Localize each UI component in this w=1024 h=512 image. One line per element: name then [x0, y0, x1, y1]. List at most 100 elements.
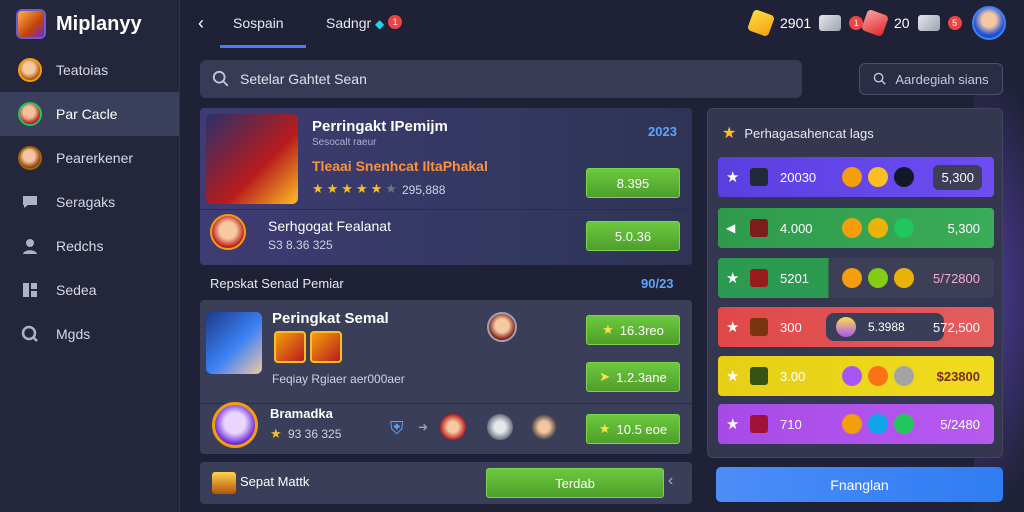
row-number: 4.000 — [780, 220, 813, 236]
reward-gems — [842, 218, 914, 238]
app-logo-icon — [16, 9, 46, 39]
claim-button[interactable]: ➤ 1.2.3ane — [586, 362, 680, 392]
cash-icon — [917, 15, 940, 31]
gem-icon — [868, 366, 888, 386]
star-icon: ★ — [726, 319, 740, 336]
sidebar-item-label: Seragaks — [56, 194, 116, 210]
advanced-search-button[interactable]: Aardegiah sians — [859, 63, 1003, 95]
chevron-left-icon[interactable]: ‹ — [198, 13, 204, 34]
sidebar-item-label: Mgds — [56, 326, 91, 342]
sidebar-item-label: Redchs — [56, 238, 104, 254]
reward-row[interactable]: ★ 5201 5/72800 — [718, 258, 994, 298]
star-icon: ★ — [726, 368, 740, 385]
sidebar-item-mgds[interactable]: Mgds — [0, 312, 179, 356]
gem-icon — [894, 268, 914, 288]
skill-icon — [310, 331, 342, 363]
hero-avatar-icon — [18, 58, 42, 82]
emblem-icon — [750, 219, 768, 237]
tab-label: Sadngr — [326, 15, 372, 31]
match-label: Sepat Mattk — [240, 474, 310, 489]
grid-icon — [18, 278, 42, 302]
profile-avatar[interactable] — [972, 6, 1006, 40]
gem-icon — [842, 366, 862, 386]
emblem-icon — [750, 269, 768, 287]
featured-year: 2023 — [648, 124, 677, 139]
sidebar-item-pearerkener[interactable]: Pearerkener — [0, 136, 179, 180]
star-icon: ★ — [726, 416, 740, 433]
search-icon — [874, 72, 887, 85]
ranking-card[interactable]: Peringkat Semal Feqiay Rgiaer aer000aer … — [200, 300, 692, 454]
row-number: 3.00 — [780, 368, 806, 384]
button-label: Terdab — [555, 475, 595, 491]
gem-icon — [842, 167, 862, 187]
gem-icon: ◆ — [375, 17, 385, 31]
sidebar-item-redchs[interactable]: Redchs — [0, 224, 179, 268]
section-year: 90/23 — [641, 276, 674, 291]
claim-button[interactable]: ★ 16.3reo — [586, 315, 680, 345]
hero-avatar-icon — [531, 414, 557, 440]
row-number: 300 — [780, 319, 802, 335]
button-label: 5.0.36 — [614, 228, 652, 244]
reward-row[interactable]: ★ 20030 5,300 — [718, 157, 994, 197]
reward-gems — [842, 167, 914, 187]
featured-highlight: Tleaai Snenhcat IltaPhakal — [312, 158, 488, 174]
search-input[interactable]: Setelar Gahtet Sean — [200, 60, 802, 98]
hero-avatar-icon — [440, 414, 466, 440]
button-label: 16.3reo — [619, 322, 664, 338]
button-label: 1.2.3ane — [616, 369, 667, 385]
ticket-icon — [860, 8, 890, 38]
gem-icon — [868, 268, 888, 288]
star-icon: ★ — [598, 421, 611, 436]
hero-portrait — [206, 312, 262, 374]
gem-icon — [868, 218, 888, 238]
opponent-avatar — [487, 312, 517, 342]
item-buy-button[interactable]: 5.0.36 — [586, 221, 680, 251]
sidebar-item-label: Pearerkener — [56, 150, 134, 166]
claim-button[interactable]: ★ 10.5 eoe — [586, 414, 680, 444]
panel-title: ★ Perhagasahencat lags — [722, 123, 874, 143]
user-icon — [18, 234, 42, 258]
advanced-search-label: Aardegiah sians — [895, 71, 989, 87]
sidebar-item-par-cacle[interactable]: Par Cacle — [0, 92, 179, 136]
primary-action-button[interactable]: Fnanglan — [716, 467, 1003, 502]
cash-value: 20 — [894, 15, 910, 31]
gem-icon — [894, 414, 914, 434]
featured-buy-button[interactable]: 8.395 — [586, 168, 680, 198]
sidebar-item-teatoias[interactable]: Teatoias — [0, 48, 179, 92]
card-title: Peringkat Semal — [272, 310, 389, 327]
hero-avatar-icon — [487, 414, 513, 440]
notification-badge: 1 — [388, 15, 403, 29]
row-value: 572,500 — [933, 319, 980, 335]
sidebar-item-seragaks[interactable]: Seragaks — [0, 180, 179, 224]
brand[interactable]: Miplanyy — [0, 0, 179, 48]
featured-card[interactable]: Perringakt IPemijm Sesocalt raeur 2023 T… — [200, 108, 692, 265]
reward-gems — [842, 366, 914, 386]
panel-title-text: Perhagasahencat lags — [744, 125, 874, 141]
sidebar-item-label: Sedea — [56, 282, 97, 298]
match-bar: Sepat Mattk Terdab ‹ — [200, 462, 692, 504]
reward-row[interactable]: ◀ 4.000 5,300 — [718, 208, 994, 248]
item-title: Serhgogat Fealanat — [268, 218, 391, 234]
row-value: 5/2480 — [940, 416, 980, 432]
reward-row[interactable]: ★ 300 5.3988 572,500 — [718, 307, 994, 347]
reward-row[interactable]: ★ 3.00 $23800 — [718, 356, 994, 396]
sidebar-item-label: Par Cacle — [56, 106, 118, 122]
match-button[interactable]: Terdab — [486, 468, 664, 498]
currency-coins[interactable]: 2901 1 — [746, 8, 864, 38]
gem-icon — [842, 414, 862, 434]
gem-icon — [836, 317, 856, 337]
row-value: 5,300 — [947, 220, 980, 236]
chevron-left-icon[interactable]: ‹ — [668, 472, 673, 490]
currency-cash[interactable]: 20 5 — [860, 8, 962, 38]
row-value: $23800 — [936, 368, 980, 384]
row-number: 710 — [780, 416, 802, 432]
cash-icon — [819, 15, 842, 31]
tab-sospain[interactable]: Sospain — [233, 15, 284, 31]
star-icon: ★ — [602, 322, 614, 337]
sidebar-item-sedea[interactable]: Sedea — [0, 268, 179, 312]
gem-icon — [894, 167, 914, 187]
player-meta: 93 36 325 — [288, 427, 342, 441]
tab-sadngr[interactable]: Sadngr ◆ 1 — [326, 15, 403, 31]
reward-row[interactable]: ★ 710 5/2480 — [718, 404, 994, 444]
notification-badge: 5 — [947, 16, 962, 30]
